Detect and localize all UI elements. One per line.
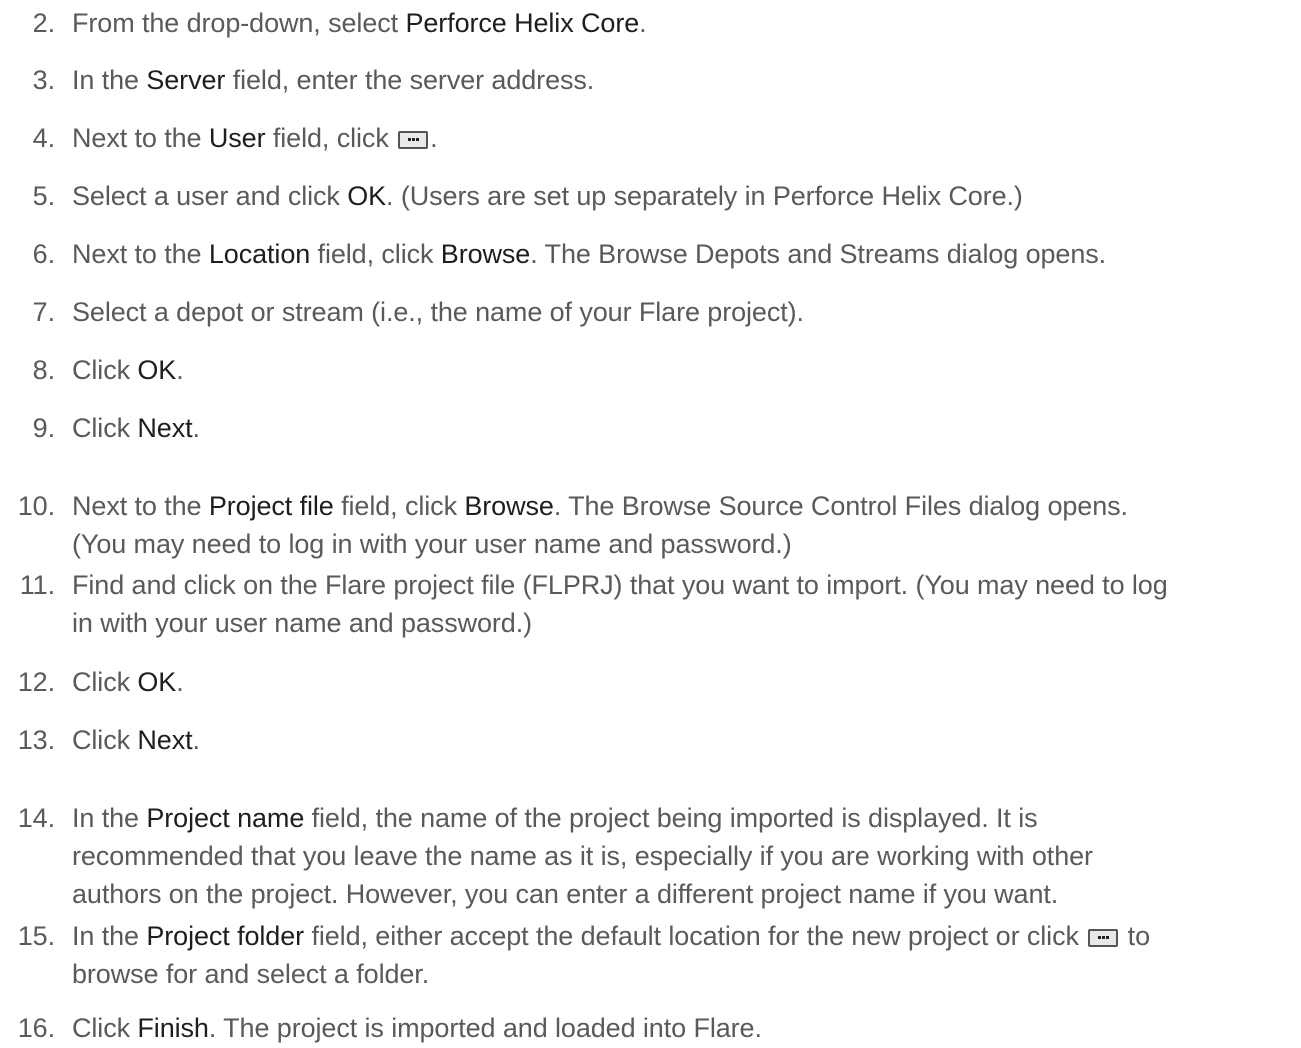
step-text-run: (You may need to log in with your user n… <box>72 529 792 559</box>
step-number: 2. <box>32 8 55 38</box>
step-text: Select a user and click OK. (Users are s… <box>72 177 1300 215</box>
step-text-run: Next to the <box>72 239 209 269</box>
step-text: Click Next. <box>72 721 1300 759</box>
step-text-run: browse for and select a folder. <box>72 959 430 989</box>
ui-term: Server <box>146 65 226 95</box>
step-text-run: From the drop-down, select <box>72 8 406 38</box>
step-text: Click OK. <box>72 663 1300 701</box>
ui-term: Next <box>137 413 193 443</box>
step-text-run: . <box>192 725 201 755</box>
step-text: Click Finish. The project is imported an… <box>72 1009 1300 1047</box>
step-text-run: Click <box>72 1013 138 1043</box>
step-text-run: field, click <box>265 123 397 153</box>
step-number: 13. <box>17 725 55 755</box>
step-number: 7. <box>32 297 55 327</box>
step-text: Select a depot or stream (i.e., the name… <box>72 293 1300 331</box>
step-text-run: field, either accept the default locatio… <box>304 921 1087 951</box>
step-text-run: Select a user and click <box>72 181 348 211</box>
step-text-run: . <box>192 413 201 443</box>
ellipsis-button-icon <box>1088 929 1119 947</box>
step-text-run: . The Browse Source Control Files dialog… <box>553 491 1128 521</box>
step-text-run: Click <box>72 413 138 443</box>
step-text: Next to the Location field, click Browse… <box>72 235 1300 273</box>
step-text-run: Select a depot or stream (i.e., the name… <box>72 297 804 327</box>
step-text-run: Click <box>72 667 138 697</box>
ui-term: Location <box>208 239 311 269</box>
step-text-run: Click <box>72 725 138 755</box>
step-number: 6. <box>32 239 55 269</box>
ui-term: User <box>208 123 266 153</box>
step-number: 3. <box>32 65 55 95</box>
ui-term: OK <box>137 355 177 385</box>
ellipsis-button-icon <box>398 131 429 149</box>
step-text-run: Next to the <box>72 123 209 153</box>
step-text-run: in with your user name and password.) <box>72 608 533 638</box>
ui-term: Project name <box>146 803 305 833</box>
ui-term: Browse <box>464 491 554 521</box>
step-text: From the drop-down, select Perforce Heli… <box>72 4 1300 42</box>
step-number: 11. <box>19 570 55 600</box>
step-number: 4. <box>32 123 55 153</box>
step-text: In the Project name field, the name of t… <box>72 799 1300 913</box>
step-text-run: authors on the project. However, you can… <box>72 879 1059 909</box>
step-text-run: Click <box>72 355 138 385</box>
step-text-run: . <box>176 667 184 697</box>
step-number: 9. <box>32 413 55 443</box>
ui-term: Next <box>137 725 193 755</box>
step-text-run: Find and click on the Flare project file… <box>72 570 1168 600</box>
step-number: 15. <box>17 921 55 951</box>
ui-term: Finish <box>137 1013 209 1043</box>
step-text-run: . The Browse Depots and Streams dialog o… <box>530 239 1107 269</box>
step-text-run: In the <box>72 803 147 833</box>
step-text-run: field, click <box>333 491 465 521</box>
step-text-run: . <box>639 8 647 38</box>
ui-term: OK <box>137 667 177 697</box>
step-text-run: to <box>1120 921 1151 951</box>
step-number: 8. <box>32 355 55 385</box>
step-text-run: field, the name of the project being imp… <box>304 803 1038 833</box>
step-text: In the Project folder field, either acce… <box>72 917 1300 993</box>
step-text-run: field, click <box>310 239 441 269</box>
step-text: Click Next. <box>72 409 1300 447</box>
step-number: 5. <box>32 181 55 211</box>
step-text: Click OK. <box>72 351 1300 389</box>
step-text: Next to the Project file field, click Br… <box>72 487 1300 563</box>
step-number: 16. <box>17 1013 55 1043</box>
step-text-run: In the <box>72 65 147 95</box>
step-text-run: Next to the <box>72 491 209 521</box>
step-text-run: recommended that you leave the name as i… <box>72 841 1093 871</box>
step-number: 12. <box>17 667 55 697</box>
step-text-run: field, enter the server address. <box>225 65 595 95</box>
ui-term: Project folder <box>146 921 305 951</box>
step-text-run: . <box>176 355 184 385</box>
ui-term: Project file <box>208 491 334 521</box>
step-text: Find and click on the Flare project file… <box>72 566 1300 642</box>
step-number: 10. <box>17 491 55 521</box>
step-text: In the Server field, enter the server ad… <box>72 61 1300 99</box>
step-number: 14. <box>17 803 55 833</box>
step-text-run: In the <box>72 921 147 951</box>
ui-term: Browse <box>440 239 531 269</box>
ui-term: OK <box>347 181 387 211</box>
step-text-run: . The project is imported and loaded int… <box>208 1013 762 1043</box>
step-text-run: . <box>430 123 438 153</box>
step-text-run: . (Users are set up separately in Perfor… <box>386 181 1023 211</box>
ui-term: Perforce Helix Core <box>405 8 640 38</box>
step-text: Next to the User field, click . <box>72 119 1300 157</box>
